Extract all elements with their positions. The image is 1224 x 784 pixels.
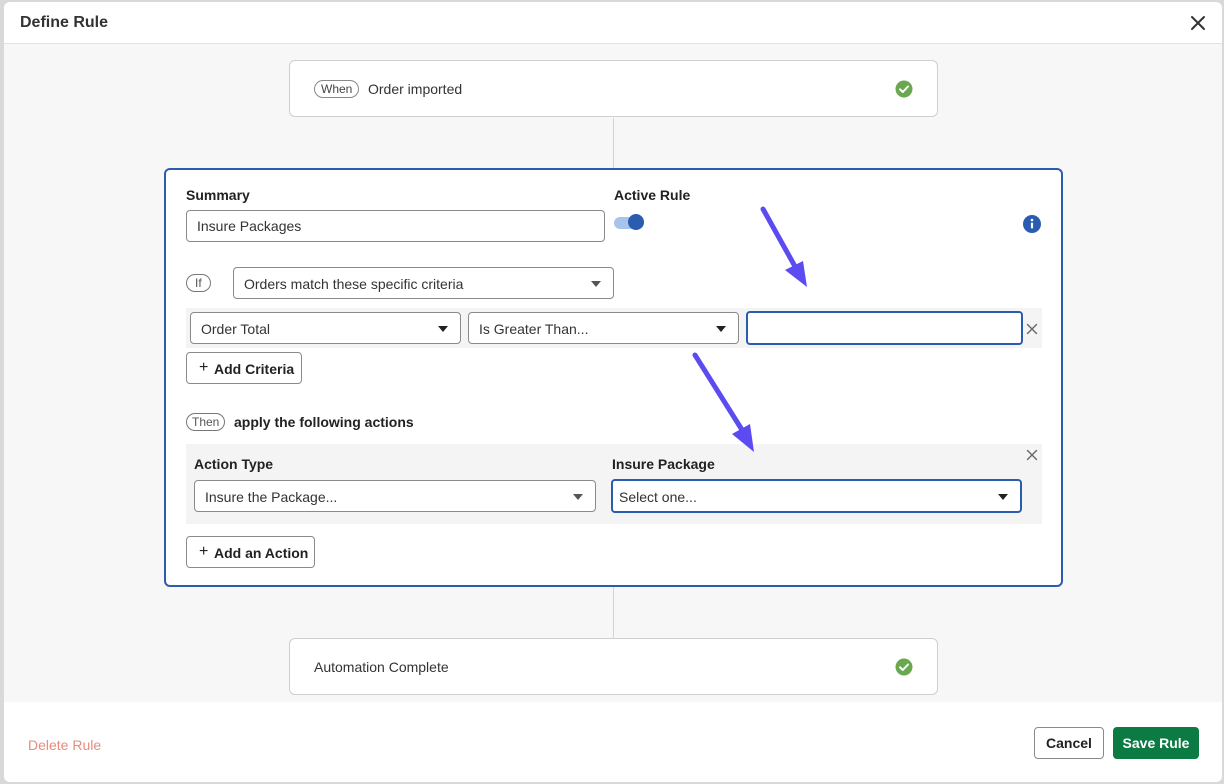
then-pill: Then [186, 413, 226, 431]
chevron-down-icon [591, 281, 601, 287]
completion-card: Automation Complete [289, 638, 938, 695]
flow-connector-top [613, 118, 614, 168]
plus-icon: + [199, 359, 209, 376]
criteria-row: Order Total Is Greater Than... [186, 308, 1042, 348]
criteria-field-select[interactable]: Order Total [190, 312, 461, 344]
summary-label: Summary [186, 187, 250, 203]
active-rule-toggle[interactable] [614, 213, 646, 231]
condition-mode-value: Orders match these specific criteria [244, 276, 464, 292]
chevron-down-icon [573, 494, 583, 500]
insure-package-select[interactable]: Select one... [611, 479, 1022, 513]
insure-package-value: Select one... [619, 489, 697, 505]
trigger-card[interactable]: When Order imported [289, 60, 938, 117]
add-criteria-label: Add Criteria [214, 361, 295, 377]
when-pill: When [314, 80, 360, 98]
add-action-button[interactable]: + Add an Action [186, 536, 315, 568]
check-circle-icon [895, 658, 913, 676]
modal-title: Define Rule [20, 14, 109, 31]
completion-text: Automation Complete [314, 659, 449, 675]
insure-package-label: Insure Package [612, 456, 715, 472]
action-row: Action Type Insure the Package... Insure… [186, 444, 1042, 524]
add-action-label: Add an Action [214, 545, 309, 561]
flow-connector-bottom [613, 587, 614, 638]
trigger-event: Order imported [368, 81, 463, 97]
then-description: apply the following actions [234, 414, 414, 430]
check-circle-icon [895, 80, 913, 98]
action-type-value: Insure the Package... [205, 489, 338, 505]
close-icon[interactable] [1188, 13, 1208, 33]
save-rule-button[interactable]: Save Rule [1113, 727, 1199, 759]
remove-action-icon[interactable] [1026, 448, 1038, 461]
action-type-select[interactable]: Insure the Package... [194, 480, 596, 512]
criteria-operator-select[interactable]: Is Greater Than... [468, 312, 739, 344]
delete-rule-link[interactable]: Delete Rule [28, 737, 101, 753]
summary-input[interactable] [186, 210, 605, 242]
toggle-knob [628, 214, 644, 230]
modal-header: Define Rule [4, 2, 1222, 44]
cancel-button[interactable]: Cancel [1034, 727, 1104, 759]
caret-down-icon [998, 494, 1008, 500]
active-rule-label: Active Rule [614, 187, 691, 203]
criteria-operator-value: Is Greater Than... [479, 321, 589, 337]
caret-down-icon [438, 326, 448, 332]
if-pill: If [186, 274, 211, 292]
remove-criteria-icon[interactable] [1026, 322, 1038, 335]
modal-footer: Delete Rule Cancel Save Rule [4, 702, 1222, 782]
plus-icon: + [199, 543, 209, 560]
caret-down-icon [716, 326, 726, 332]
action-type-label: Action Type [194, 456, 274, 472]
condition-mode-select[interactable]: Orders match these specific criteria [233, 267, 614, 299]
define-rule-modal: Define Rule When Order imported Summary … [4, 2, 1222, 782]
rule-editor-card: Summary Active Rule If Orders match thes… [164, 168, 1063, 587]
info-icon[interactable] [1023, 215, 1041, 233]
criteria-field-value: Order Total [201, 321, 270, 337]
criteria-value-input[interactable] [746, 311, 1023, 345]
add-criteria-button[interactable]: + Add Criteria [186, 352, 302, 384]
